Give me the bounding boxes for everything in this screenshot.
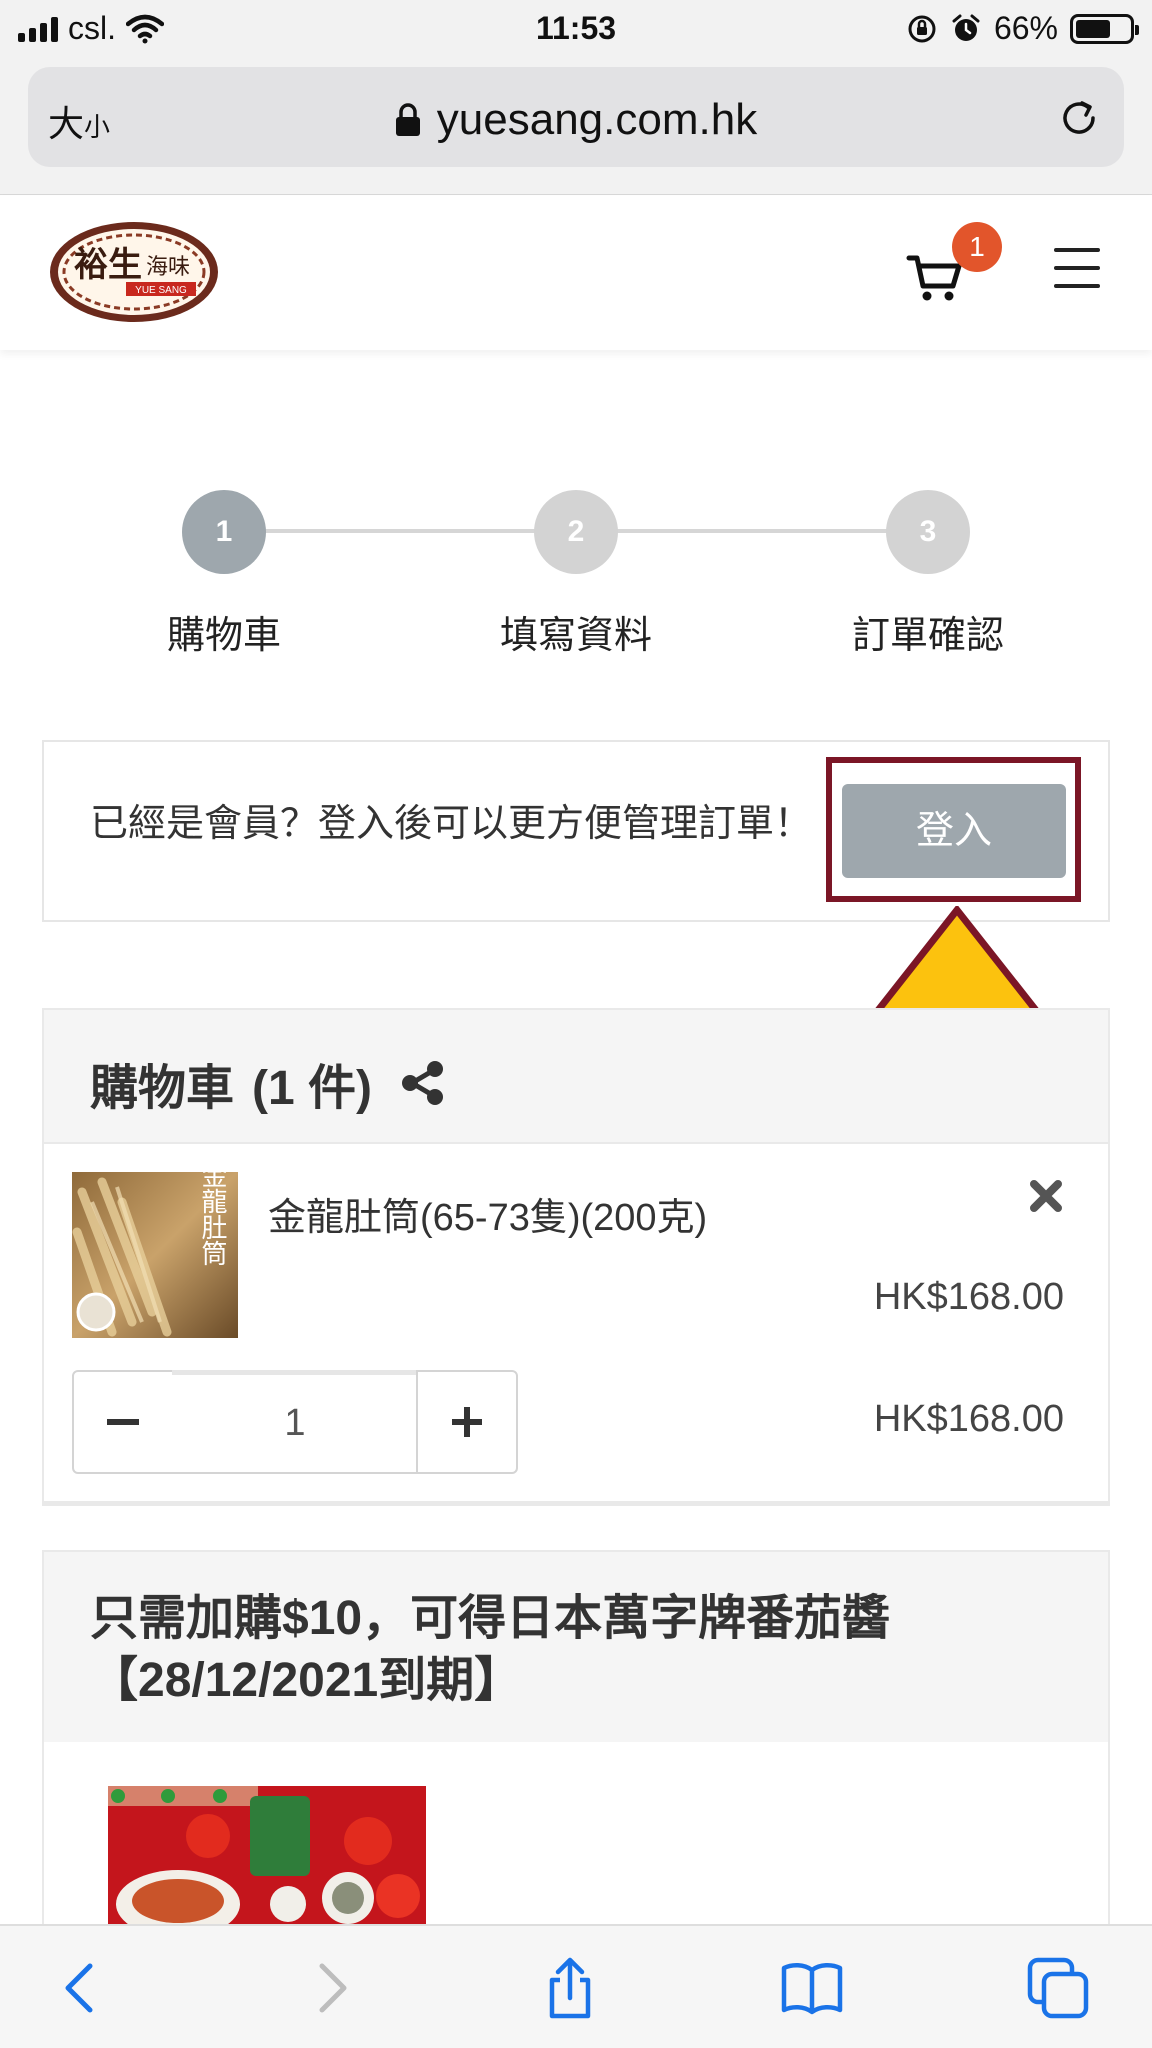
battery-icon <box>1070 13 1139 44</box>
status-right: 66% <box>906 10 1139 47</box>
promo-section-header: 只需加購$10，可得日本萬字牌番茄醬【28/12/2021到期】 <box>42 1550 1110 1744</box>
status-bar: csl. 11:53 66% <box>0 0 1152 60</box>
svg-text:海味: 海味 <box>146 255 190 280</box>
fish-maw-photo: 金龍肚筒 <box>72 1172 238 1338</box>
forward-icon[interactable] <box>298 1956 362 2020</box>
remove-item-icon[interactable] <box>1026 1176 1066 1216</box>
step-connector <box>224 529 536 533</box>
back-icon[interactable] <box>50 1956 114 2020</box>
bookmarks-icon[interactable] <box>780 1956 844 2020</box>
lock-icon <box>395 103 420 136</box>
quantity-increase-button[interactable] <box>416 1370 518 1474</box>
promo-title: 只需加購$10，可得日本萬字牌番茄醬【28/12/2021到期】 <box>90 1592 891 1707</box>
ketchup-promo-photo <box>108 1786 426 1926</box>
step-3-label: 訂單確認 <box>851 615 1004 657</box>
promo-product-image[interactable] <box>108 1786 426 1926</box>
yue-sang-logo[interactable]: 裕生 海味 YUE SANG <box>46 218 222 326</box>
cart-item-count: (1 件) <box>252 1062 373 1115</box>
product-image-caption: 金龍肚筒 <box>197 1172 227 1266</box>
cart-title-text: 購物車 <box>90 1062 235 1115</box>
quantity-input[interactable]: 1 <box>172 1370 418 1474</box>
site-header: 裕生 海味 YUE SANG 1 <box>0 196 1152 350</box>
minus-icon <box>107 1419 139 1425</box>
plus-icon <box>452 1407 482 1437</box>
product-name[interactable]: 金龍肚筒(65-73隻)(200克) <box>268 1186 707 1241</box>
share-icon[interactable] <box>398 1059 446 1107</box>
step-connector <box>576 529 888 533</box>
share-sheet-icon[interactable] <box>538 1956 602 2020</box>
step-3-circle: 3 <box>886 490 970 574</box>
tabs-icon[interactable] <box>1026 1956 1090 2020</box>
battery-percentage: 66% <box>993 10 1058 46</box>
step-1-label: 購物車 <box>166 615 281 657</box>
highlight-frame <box>826 757 1081 902</box>
cart-count-badge[interactable]: 1 <box>952 222 1002 272</box>
line-total-price: HK$168.00 <box>873 1398 1064 1440</box>
url-text: yuesang.com.hk <box>436 95 758 144</box>
quantity-decrease-button[interactable] <box>72 1370 174 1474</box>
cart-section-header: 購物車 (1 件) <box>42 1008 1110 1144</box>
alarm-icon <box>952 14 980 41</box>
cart-title: 購物車 (1 件) <box>90 1048 446 1118</box>
product-image[interactable]: 金龍肚筒 <box>72 1172 238 1338</box>
url-display: yuesang.com.hk <box>28 95 1124 145</box>
svg-text:YUE SANG: YUE SANG <box>135 285 187 296</box>
login-prompt: 已經是會員？登入後可以更方便管理訂單！ <box>90 803 813 845</box>
step-2-label: 填寫資料 <box>499 615 652 657</box>
browser-toolbar <box>0 1924 1152 2048</box>
battery-fill <box>1076 19 1111 38</box>
step-2-circle: 2 <box>534 490 618 574</box>
reload-icon[interactable] <box>1056 95 1102 141</box>
svg-text:裕生: 裕生 <box>74 245 142 285</box>
url-field[interactable]: 大小 yuesang.com.hk <box>28 67 1124 167</box>
hamburger-menu-icon[interactable] <box>1054 248 1100 288</box>
rotation-lock-icon <box>908 15 936 42</box>
unit-price: HK$168.00 <box>873 1276 1064 1318</box>
step-1-circle: 1 <box>182 490 266 574</box>
browser-address-bar: 大小 yuesang.com.hk <box>0 60 1152 195</box>
